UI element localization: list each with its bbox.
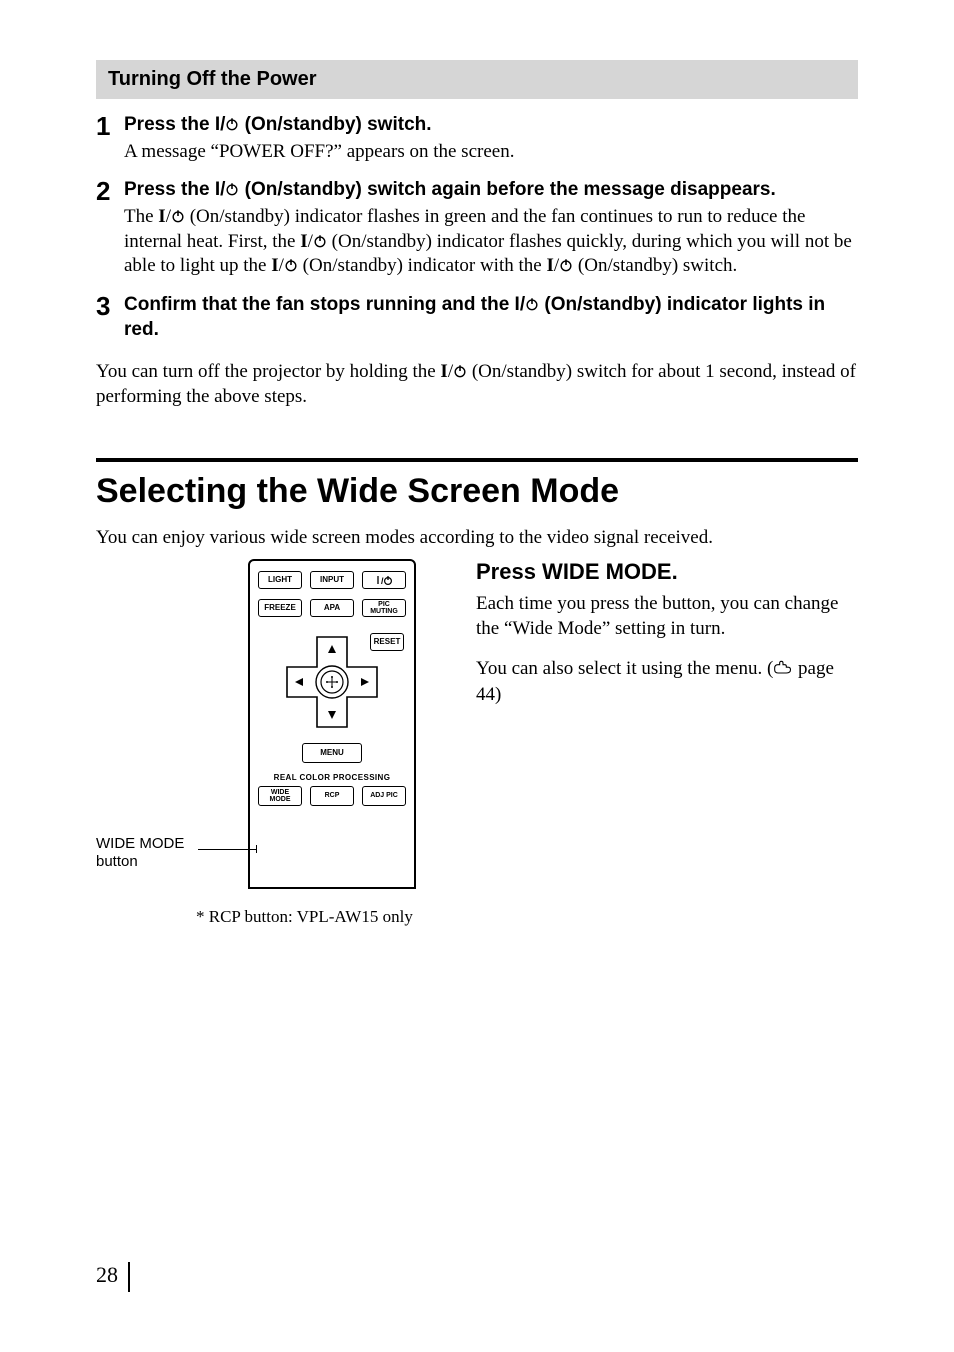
press-wide-mode-heading: Press WIDE MODE. [476,559,858,585]
power-icon [225,182,239,196]
text: Press the [124,114,215,135]
step-1: 1 Press the I/ (On/standby) switch. A me… [96,113,858,164]
step-3: 3 Confirm that the fan stops running and… [96,293,858,342]
right-column: Press WIDE MODE. Each time you press the… [476,559,858,927]
intro-paragraph: You can enjoy various wide screen modes … [96,527,858,549]
text: I [515,294,520,315]
text: button [96,853,138,870]
heading-divider [96,458,858,462]
callout-tick [256,845,257,853]
remote-row-3: WIDE MODE RCP ADJ PIC [258,786,406,806]
power-icon [225,117,239,131]
section-bar-turning-off: Turning Off the Power [96,60,858,99]
power-icon [525,297,539,311]
rcp-button: RCP [310,786,354,806]
freeze-button: FREEZE [258,599,302,617]
menu-button: MENU [302,743,362,763]
text: (On/standby) switch. [239,114,431,135]
footnote: * RCP button: VPL-AW15 only [196,907,456,927]
step-number: 2 [96,178,124,279]
two-column-layout: LIGHT INPUT / FREEZE APA PIC MUTING [96,559,858,927]
page: Turning Off the Power 1 Press the I/ (On… [0,0,954,1352]
text: (On/standby) indicator with the [298,255,547,276]
text: I [215,179,220,200]
power-icon: / [375,574,393,586]
page-number-bar [128,1262,130,1292]
text: (On/standby) switch again before the mes… [239,179,775,200]
pic-muting-button: PIC MUTING [362,599,406,617]
pointing-hand-icon [773,660,793,676]
step-1-desc: A message “POWER OFF?” appears on the sc… [124,140,858,165]
remote-row-2: FREEZE APA PIC MUTING [258,599,406,617]
text: (On/standby) switch. [573,255,737,276]
step-2-desc: The I/ (On/standby) indicator flashes in… [124,205,858,279]
step-number: 1 [96,113,124,164]
power-icon [559,258,573,272]
text: I [215,114,220,135]
step-3-title: Confirm that the fan stops running and t… [124,293,858,342]
svg-text:/: / [381,576,384,586]
apa-button: APA [310,599,354,617]
text: You can also select it using the menu. ( [476,658,773,679]
text: Press the [124,179,215,200]
dpad: RESET [258,627,406,737]
adj-pic-button: ADJ PIC [362,786,406,806]
page-number: 28 [96,1262,130,1292]
power-icon [313,234,327,248]
page-number-text: 28 [96,1262,118,1287]
step-2-title: Press the I/ (On/standby) switch again b… [124,178,858,203]
menu-row: MENU [258,743,406,763]
text: Confirm that the fan stops running and t… [124,294,515,315]
step-number: 3 [96,293,124,342]
callout-line [198,849,256,850]
input-button: INPUT [310,571,354,589]
right-para-2: You can also select it using the menu. (… [476,656,858,707]
post-steps-paragraph: You can turn off the projector by holdin… [96,359,858,410]
remote-row-1: LIGHT INPUT / [258,571,406,589]
step-body: Press the I/ (On/standby) switch again b… [124,178,858,279]
power-icon [284,258,298,272]
text: WIDE MODE [96,835,184,852]
power-button: / [362,571,406,589]
callout-wide-mode: WIDE MODE button [96,835,184,871]
step-2: 2 Press the I/ (On/standby) switch again… [96,178,858,279]
left-column: LIGHT INPUT / FREEZE APA PIC MUTING [96,559,456,927]
reset-button: RESET [370,633,404,651]
step-body: Press the I/ (On/standby) switch. A mess… [124,113,858,164]
light-button: LIGHT [258,571,302,589]
wide-mode-button: WIDE MODE [258,786,302,806]
main-heading: Selecting the Wide Screen Mode [96,472,858,511]
power-icon [453,364,467,378]
step-body: Confirm that the fan stops running and t… [124,293,858,342]
text: You can turn off the projector by holdin… [96,361,440,382]
step-1-title: Press the I/ (On/standby) switch. [124,113,858,138]
right-para-1: Each time you press the button, you can … [476,591,858,642]
text: The [124,206,158,227]
rcp-label: REAL COLOR PROCESSING [258,773,406,782]
remote-control: LIGHT INPUT / FREEZE APA PIC MUTING [248,559,416,889]
remote-illustration: LIGHT INPUT / FREEZE APA PIC MUTING [96,559,456,899]
power-icon [171,209,185,223]
